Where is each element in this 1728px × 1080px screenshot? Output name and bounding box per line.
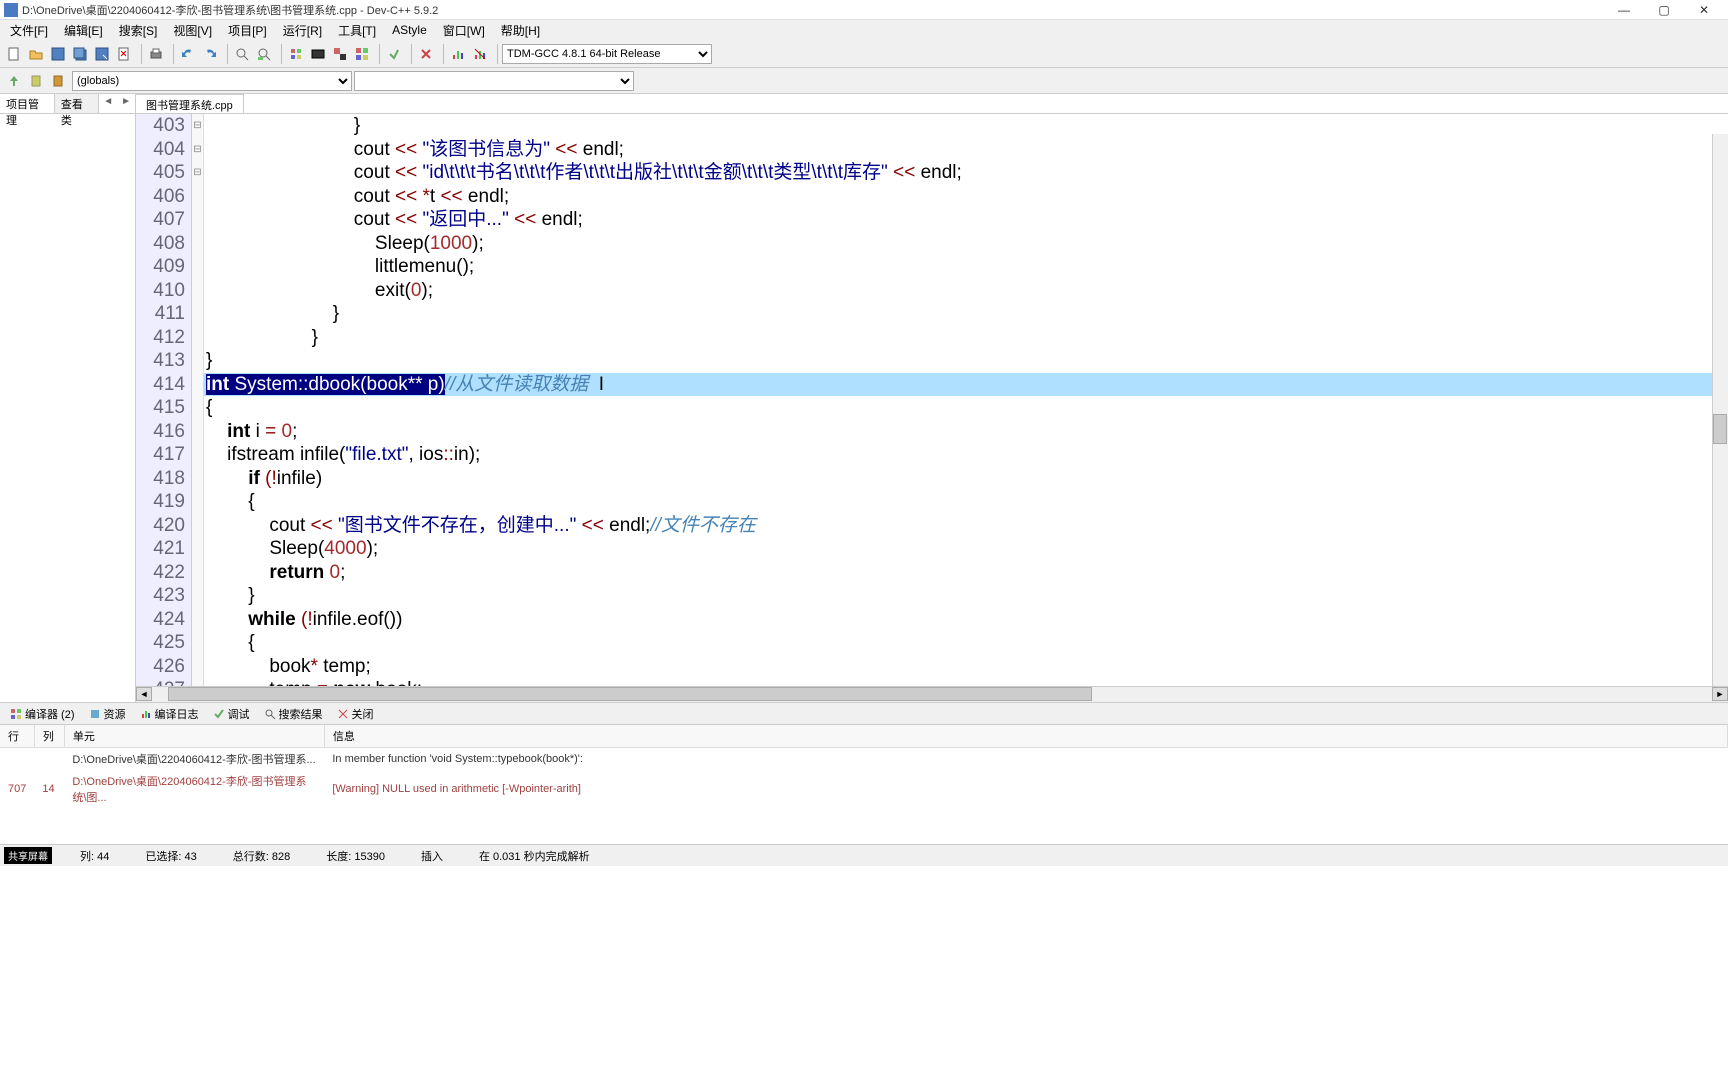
col-col[interactable]: 列 [34,725,64,748]
run-button[interactable] [308,44,328,64]
hscroll-thumb[interactable] [168,687,1092,701]
compiler-row[interactable]: D:\OneDrive\桌面\2204060412-李欣-图书管理系...In … [0,748,1728,771]
tab-resources[interactable]: 资源 [83,704,132,724]
code-content[interactable]: } cout << "该图书信息为" << endl; cout << "id\… [204,114,1728,686]
hscroll-right[interactable]: ► [1712,687,1728,701]
close-button[interactable]: ✕ [1684,1,1724,19]
status-total-lines: 总行数: 828 [225,848,298,864]
status-parse: 在 0.031 秒内完成解析 [471,848,598,864]
menu-view[interactable]: 视图[V] [167,20,218,41]
menu-window[interactable]: 窗口[W] [437,20,491,41]
compile-run-button[interactable] [330,44,350,64]
menu-astyle[interactable]: AStyle [386,21,433,39]
bookmark-button[interactable] [26,71,46,91]
open-button[interactable] [26,44,46,64]
status-mode: 插入 [413,848,451,864]
app-icon [4,3,18,17]
editor-tab-file[interactable]: 图书管理系统.cpp [136,94,244,113]
compiler-row[interactable]: 70714D:\OneDrive\桌面\2204060412-李欣-图书管理系统… [0,770,1728,808]
main-area: 项目管理 查看类 ◄ ► 图书管理系统.cpp 4034044054064074… [0,94,1728,702]
debug-button[interactable] [384,44,404,64]
save-as-button[interactable] [92,44,112,64]
stop-button[interactable] [416,44,436,64]
menu-file[interactable]: 文件[F] [4,20,54,41]
replace-button[interactable] [254,44,274,64]
tab-nav-right[interactable]: ► [117,94,135,113]
compiler-output: 行 列 单元 信息 D:\OneDrive\桌面\2204060412-李欣-图… [0,724,1728,844]
redo-button[interactable] [200,44,220,64]
delete-profile-button[interactable] [470,44,490,64]
minimize-button[interactable]: — [1604,1,1644,19]
save-button[interactable] [48,44,68,64]
undo-button[interactable] [178,44,198,64]
save-all-button[interactable] [70,44,90,64]
member-select[interactable] [354,71,634,91]
tab-compiler[interactable]: 编译器 (2) [4,704,81,724]
tab-compile-log[interactable]: 编译日志 [134,704,205,724]
main-toolbar: TDM-GCC 4.8.1 64-bit Release [0,40,1728,68]
status-column: 列: 44 [72,848,117,864]
statusbar: 共享屏幕 列: 44 已选择: 43 总行数: 828 长度: 15390 插入… [0,844,1728,866]
col-unit[interactable]: 单元 [64,725,324,748]
tab-search-results[interactable]: 搜索结果 [258,704,329,724]
menu-edit[interactable]: 编辑[E] [58,20,109,41]
share-screen-badge: 共享屏幕 [4,847,52,864]
goto-bookmark-button[interactable] [48,71,68,91]
profile-button[interactable] [448,44,468,64]
col-line[interactable]: 行 [0,725,34,748]
close-file-button[interactable] [114,44,134,64]
status-selected: 已选择: 43 [137,848,204,864]
menu-run[interactable]: 运行[R] [277,20,328,41]
compiler-select[interactable]: TDM-GCC 4.8.1 64-bit Release [502,44,712,64]
rebuild-button[interactable] [352,44,372,64]
hscroll-left[interactable]: ◄ [136,687,152,701]
menu-project[interactable]: 项目[P] [222,20,273,41]
sidebar-tabs: 项目管理 查看类 ◄ ► [0,94,135,114]
menubar: 文件[F] 编辑[E] 搜索[S] 视图[V] 项目[P] 运行[R] 工具[T… [0,20,1728,40]
tab-project-manager[interactable]: 项目管理 [0,94,55,113]
horizontal-scrollbar[interactable]: ◄ ► [136,686,1728,702]
menu-tools[interactable]: 工具[T] [332,20,382,41]
code-area[interactable]: 4034044054064074084094104114124134144154… [136,114,1728,686]
secondary-toolbar: (globals) [0,68,1728,94]
tab-close[interactable]: 关闭 [331,704,380,724]
goto-button[interactable] [4,71,24,91]
fold-column[interactable]: ⊟ ⊟ ⊟ [192,114,204,686]
tab-nav-left[interactable]: ◄ [99,94,117,113]
menu-help[interactable]: 帮助[H] [495,20,546,41]
col-info[interactable]: 信息 [324,725,1727,748]
editor: 图书管理系统.cpp 40340440540640740840941041141… [136,94,1728,702]
menu-search[interactable]: 搜索[S] [113,20,164,41]
sidebar: 项目管理 查看类 ◄ ► [0,94,136,702]
editor-tabs: 图书管理系统.cpp [136,94,1728,114]
window-title: D:\OneDrive\桌面\2204060412-李欣-图书管理系统\图书管理… [22,2,1604,18]
bottom-panel-tabs: 编译器 (2) 资源 编译日志 调试 搜索结果 关闭 [0,702,1728,724]
print-button[interactable] [146,44,166,64]
window-titlebar: D:\OneDrive\桌面\2204060412-李欣-图书管理系统\图书管理… [0,0,1728,20]
scope-select[interactable]: (globals) [72,71,352,91]
line-gutter: 4034044054064074084094104114124134144154… [136,114,192,686]
tab-debug[interactable]: 调试 [207,704,256,724]
status-length: 长度: 15390 [318,848,393,864]
maximize-button[interactable]: ▢ [1644,1,1684,19]
tab-class-view[interactable]: 查看类 [55,94,99,113]
find-button[interactable] [232,44,252,64]
compile-button[interactable] [286,44,306,64]
new-file-button[interactable] [4,44,24,64]
